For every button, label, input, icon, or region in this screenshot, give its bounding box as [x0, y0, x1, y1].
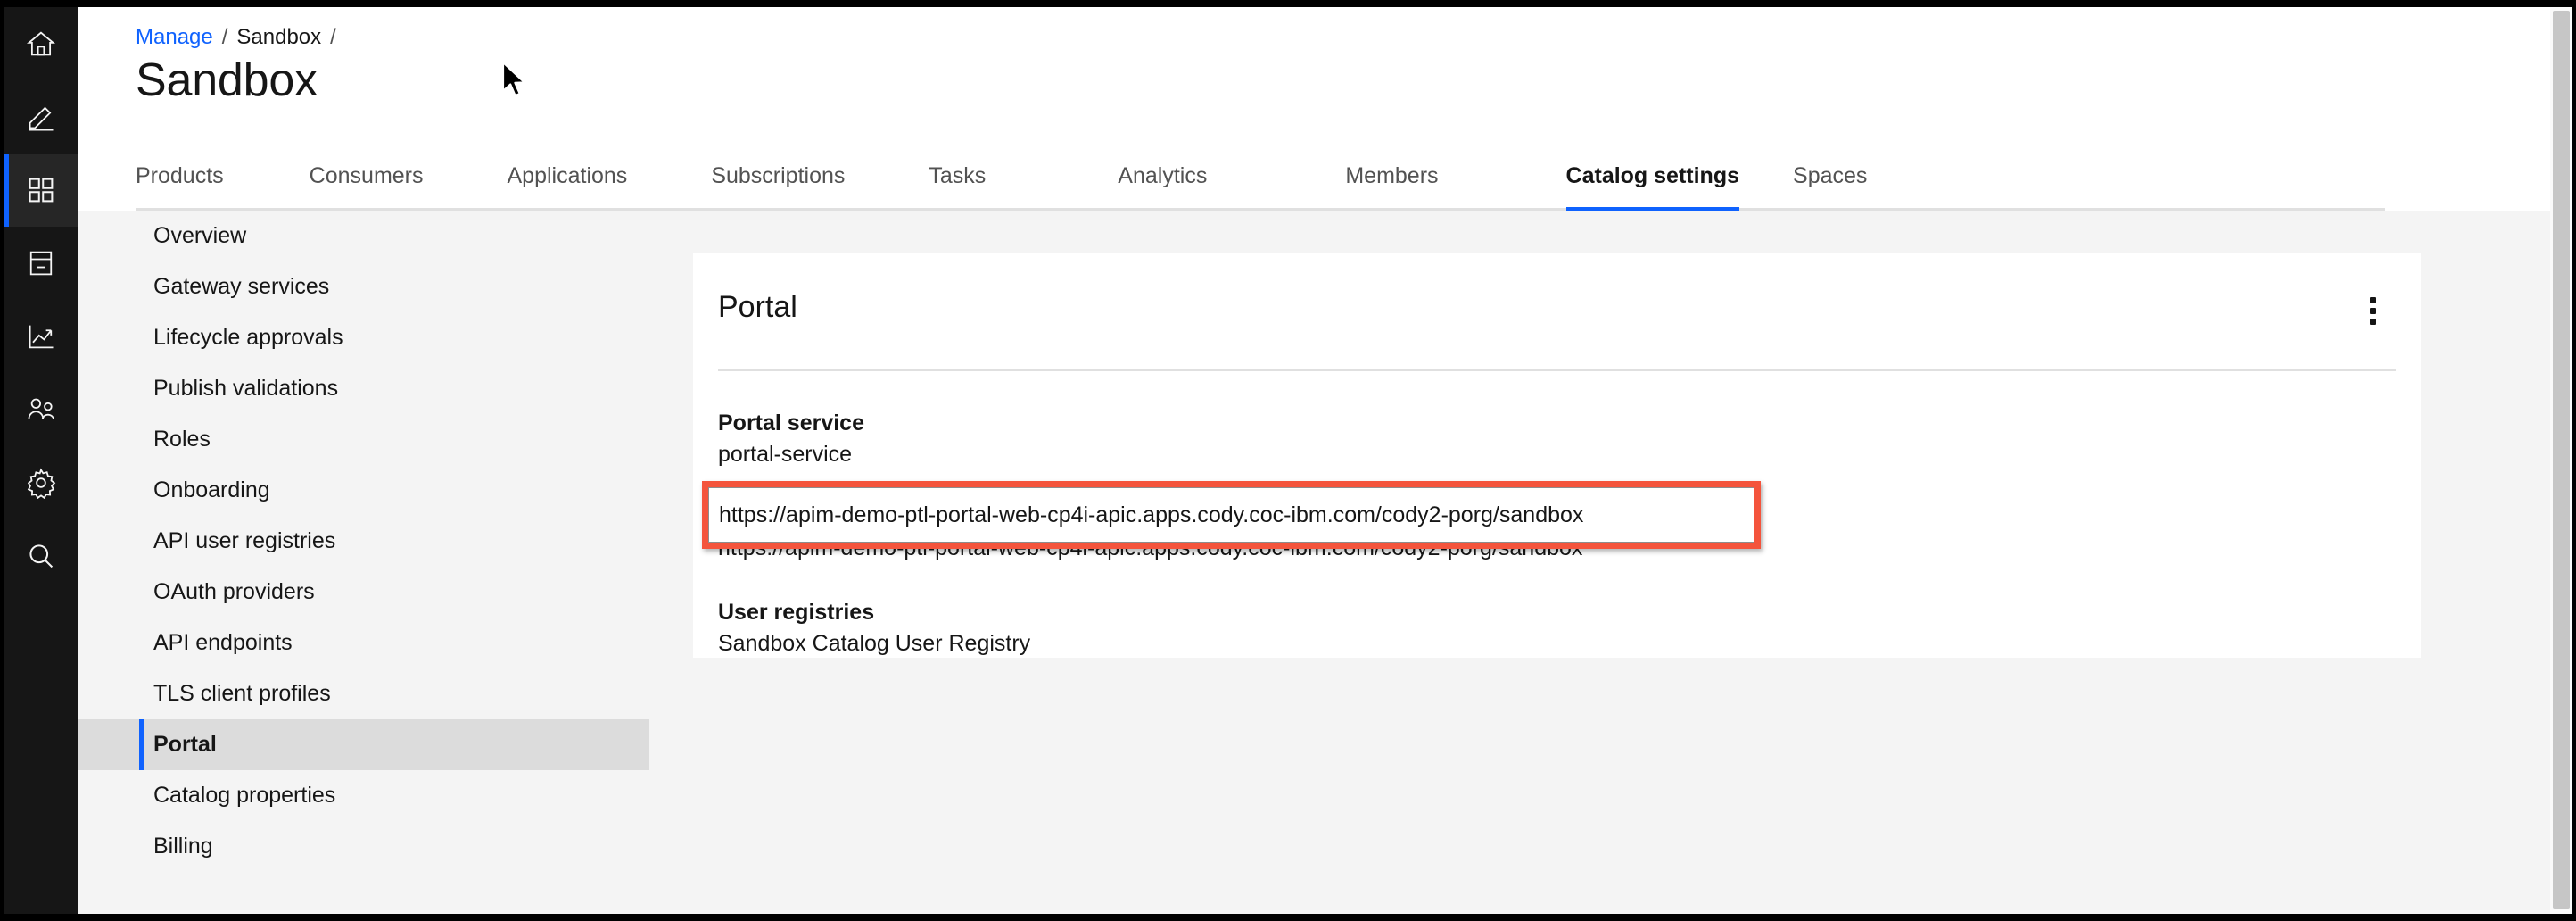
tab-analytics[interactable]: Analytics [1118, 150, 1207, 208]
rail-item-manage[interactable] [4, 154, 78, 227]
rail-item-search[interactable] [4, 519, 78, 593]
overflow-menu-icon[interactable] [2355, 293, 2390, 328]
portal-url-highlight-text: https://apim-demo-ptl-portal-web-cp4i-ap… [719, 502, 1583, 528]
breadcrumb: Manage/Sandbox/ [136, 24, 345, 51]
sidebar-item-lifecycle-approvals[interactable]: Lifecycle approvals [78, 312, 649, 363]
breadcrumb-separator: / [213, 25, 237, 49]
portal-settings-card: Portal Portal service portal-service Por… [693, 253, 2421, 658]
tab-tasks[interactable]: Tasks [929, 150, 986, 208]
sidebar-item-portal[interactable]: Portal [78, 719, 649, 770]
portal-service-label: Portal service [718, 408, 864, 438]
field-user-registries: User registries Sandbox Catalog User Reg… [718, 597, 1030, 660]
application-window: Manage/Sandbox/ Sandbox Products Consume… [0, 0, 2576, 921]
kebab-dot-1 [2370, 297, 2376, 303]
analytics-icon [25, 320, 57, 353]
grid-icon [25, 174, 57, 206]
portal-url-highlight-box[interactable]: https://apim-demo-ptl-portal-web-cp4i-ap… [708, 487, 1754, 543]
portal-service-value: portal-service [718, 438, 864, 470]
breadcrumb-link-manage[interactable]: Manage [136, 25, 213, 49]
sidebar-item-roles[interactable]: Roles [78, 414, 649, 465]
home-icon [25, 28, 57, 60]
main-content-region: Manage/Sandbox/ Sandbox Products Consume… [78, 7, 2572, 914]
user-registries-label: User registries [718, 597, 1030, 627]
card-title: Portal [718, 287, 797, 327]
tab-catalog-settings[interactable]: Catalog settings [1566, 150, 1739, 208]
sidebar-item-tls-client-profiles[interactable]: TLS client profiles [78, 668, 649, 719]
vertical-scrollbar-thumb[interactable] [2553, 11, 2570, 909]
breadcrumb-separator-2: / [321, 25, 345, 49]
sidebar-item-gateway-services[interactable]: Gateway services [78, 261, 649, 312]
portal-url-highlight-annotation: https://apim-demo-ptl-portal-web-cp4i-ap… [702, 481, 1761, 549]
catalog-tab-bar: Products Consumers Applications Subscrip… [136, 150, 2385, 211]
rail-item-design[interactable] [4, 80, 78, 154]
page-header: Manage/Sandbox/ Sandbox Products Consume… [78, 7, 2550, 211]
kebab-dot-2 [2370, 308, 2376, 314]
vertical-scrollbar[interactable] [2550, 7, 2572, 914]
sidebar-item-api-endpoints[interactable]: API endpoints [78, 618, 649, 668]
sidebar-item-oauth-providers[interactable]: OAuth providers [78, 567, 649, 618]
tab-members[interactable]: Members [1345, 150, 1438, 208]
sidebar-item-billing[interactable]: Billing [78, 821, 649, 872]
settings-body: Overview Gateway services Lifecycle appr… [78, 211, 2572, 914]
users-icon [25, 394, 57, 426]
search-icon [25, 540, 57, 572]
user-registries-value: Sandbox Catalog User Registry [718, 627, 1030, 660]
catalog-icon [25, 247, 57, 279]
gear-icon [25, 467, 57, 499]
rail-item-home[interactable] [4, 7, 78, 80]
tab-consumers[interactable]: Consumers [310, 150, 424, 208]
tab-applications[interactable]: Applications [508, 150, 628, 208]
tab-spaces[interactable]: Spaces [1793, 150, 1867, 208]
sidebar-item-overview[interactable]: Overview [78, 211, 649, 261]
sidebar-item-onboarding[interactable]: Onboarding [78, 465, 649, 516]
catalog-settings-nav: Overview Gateway services Lifecycle appr… [78, 211, 649, 872]
primary-icon-rail [4, 7, 78, 914]
kebab-dot-3 [2370, 319, 2376, 325]
field-portal-service: Portal service portal-service [718, 408, 864, 470]
rail-item-members[interactable] [4, 373, 78, 446]
page-title: Sandbox [136, 52, 318, 109]
sidebar-item-catalog-properties[interactable]: Catalog properties [78, 770, 649, 821]
sidebar-item-api-user-registries[interactable]: API user registries [78, 516, 649, 567]
sidebar-item-publish-validations[interactable]: Publish validations [78, 363, 649, 414]
pencil-icon [25, 101, 57, 133]
breadcrumb-current-sandbox[interactable]: Sandbox [236, 25, 321, 49]
tab-products[interactable]: Products [136, 150, 224, 208]
rail-item-catalog[interactable] [4, 227, 78, 300]
rail-item-settings[interactable] [4, 446, 78, 519]
card-divider [718, 369, 2396, 371]
rail-item-analytics[interactable] [4, 300, 78, 373]
tab-subscriptions[interactable]: Subscriptions [711, 150, 845, 208]
